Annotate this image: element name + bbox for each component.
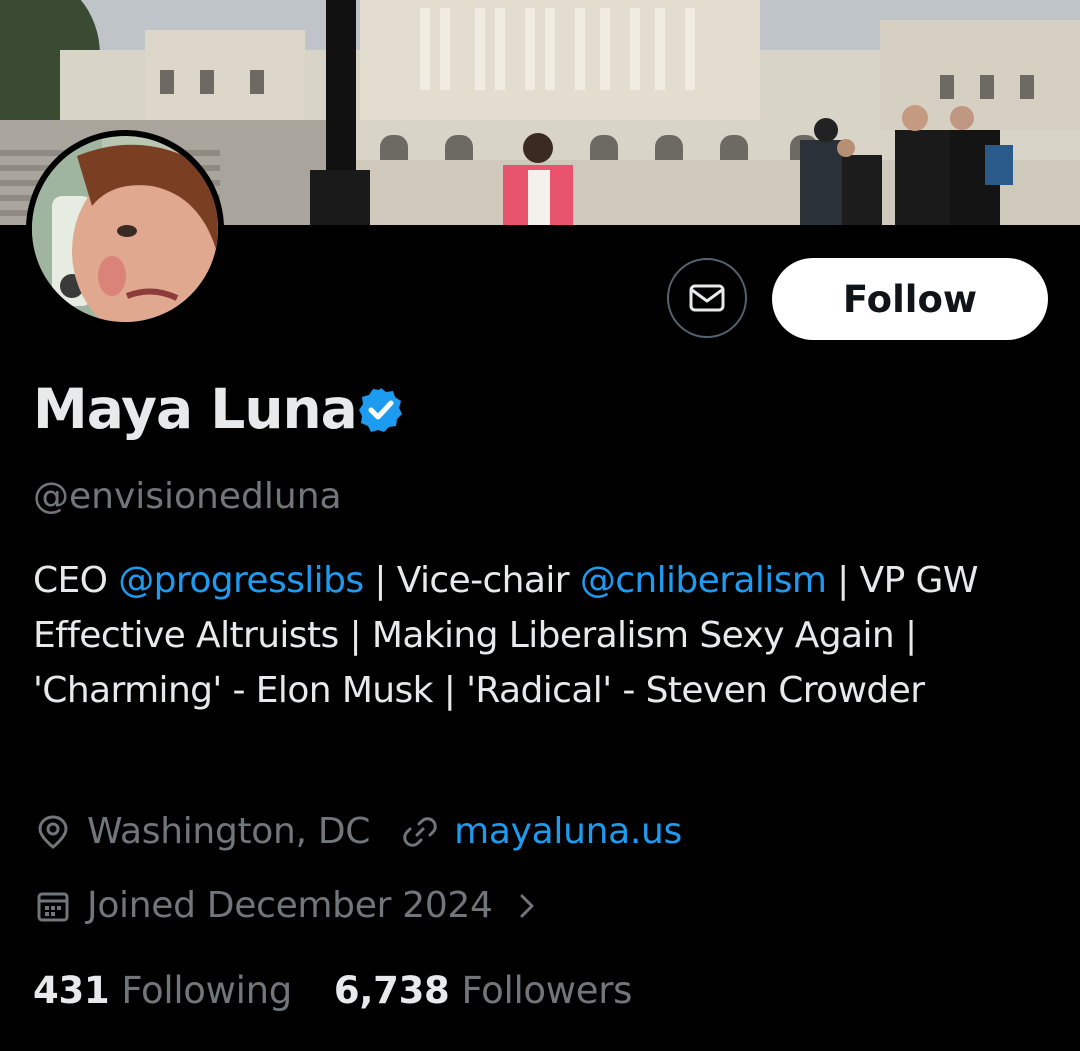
website-link[interactable]: mayaluna.us xyxy=(454,810,682,854)
location-pin-icon xyxy=(33,812,73,852)
chevron-right-icon[interactable] xyxy=(507,886,547,926)
following-count: 431 xyxy=(33,969,110,1012)
following-link[interactable]: 431 Following xyxy=(33,968,292,1014)
following-label: Following xyxy=(121,969,292,1012)
envelope-icon xyxy=(687,278,727,318)
mention-link-progresslibs[interactable]: @progresslibs xyxy=(118,560,364,601)
calendar-icon xyxy=(33,886,73,926)
followers-count: 6,738 xyxy=(333,969,450,1012)
profile-avatar[interactable] xyxy=(26,130,224,328)
profile-bio: CEO @progresslibs | Vice-chair @cnlibera… xyxy=(33,553,1033,718)
verified-badge-icon[interactable] xyxy=(356,385,406,435)
followers-link[interactable]: 6,738 Followers xyxy=(334,968,632,1014)
bio-text: | Vice-chair xyxy=(363,560,580,601)
profile-meta-joined-row[interactable]: Joined December 2024 xyxy=(33,884,561,928)
joined-date-text: Joined December 2024 xyxy=(87,885,493,926)
display-name: Maya Luna xyxy=(33,377,358,441)
follow-stats: 431 Following 6,738 Followers xyxy=(33,968,632,1014)
followers-label: Followers xyxy=(461,969,633,1012)
bio-text: CEO xyxy=(33,560,119,601)
location-text: Washington, DC xyxy=(87,811,371,852)
message-button[interactable] xyxy=(667,258,747,338)
follow-button[interactable]: Follow xyxy=(772,258,1048,340)
mention-link-cnliberalism[interactable]: @cnliberalism xyxy=(580,560,827,601)
link-icon xyxy=(400,812,440,852)
profile-meta-location-row: Washington, DC mayaluna.us xyxy=(33,810,682,854)
username-handle: @envisionedluna xyxy=(33,476,342,517)
